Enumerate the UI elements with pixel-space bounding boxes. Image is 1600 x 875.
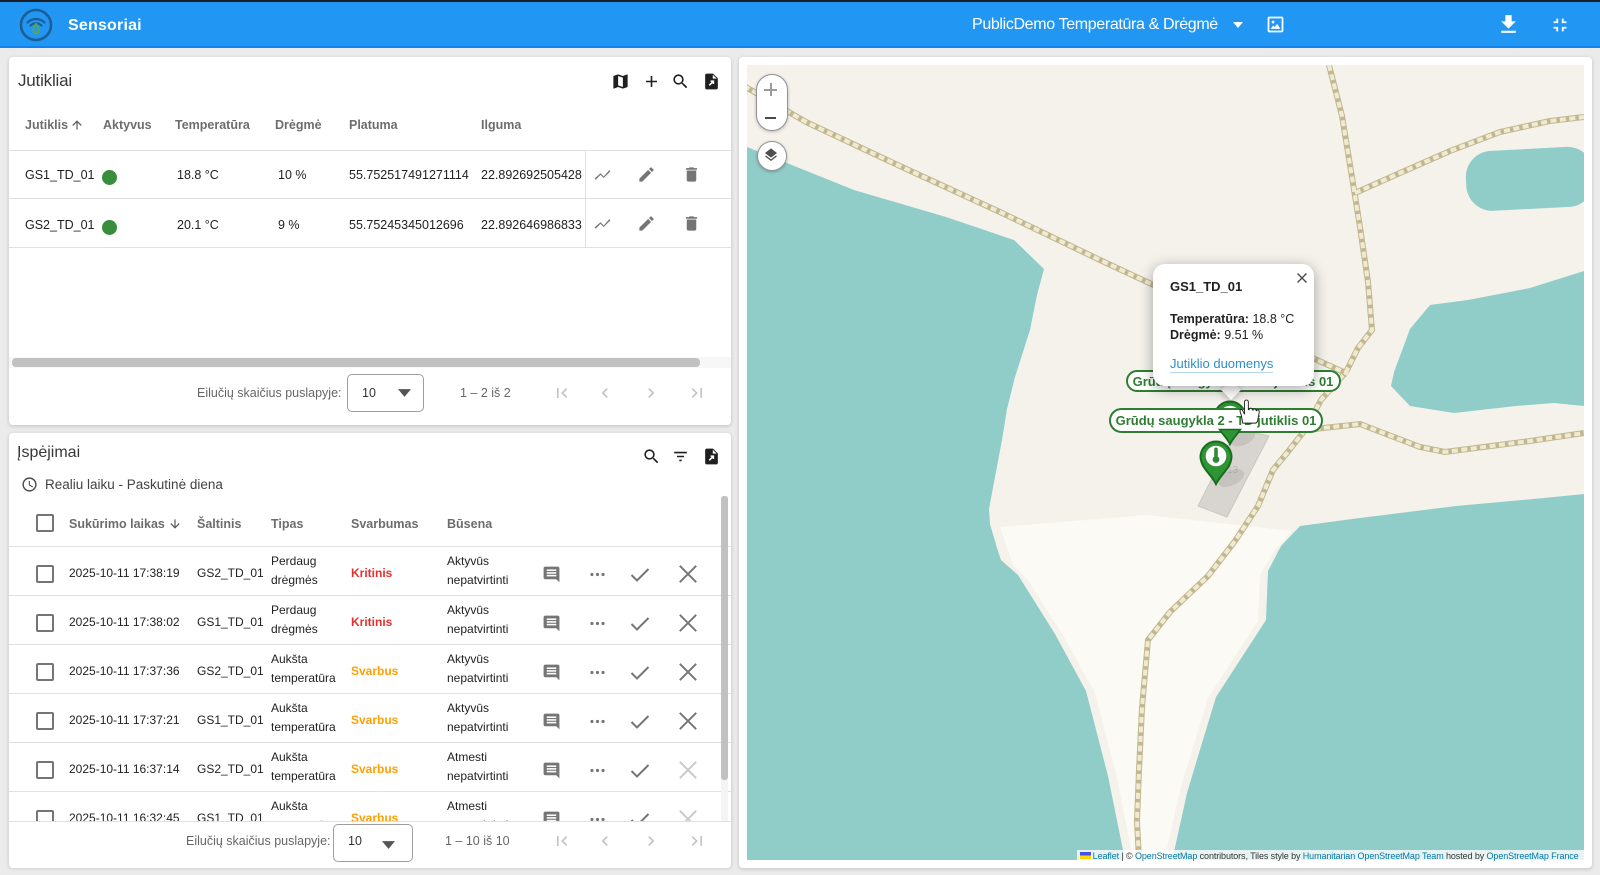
svg-text:Grūdų saugykla 2 - TD jutiklis: Grūdų saugykla 2 - TD jutiklis 01 bbox=[1116, 413, 1317, 428]
